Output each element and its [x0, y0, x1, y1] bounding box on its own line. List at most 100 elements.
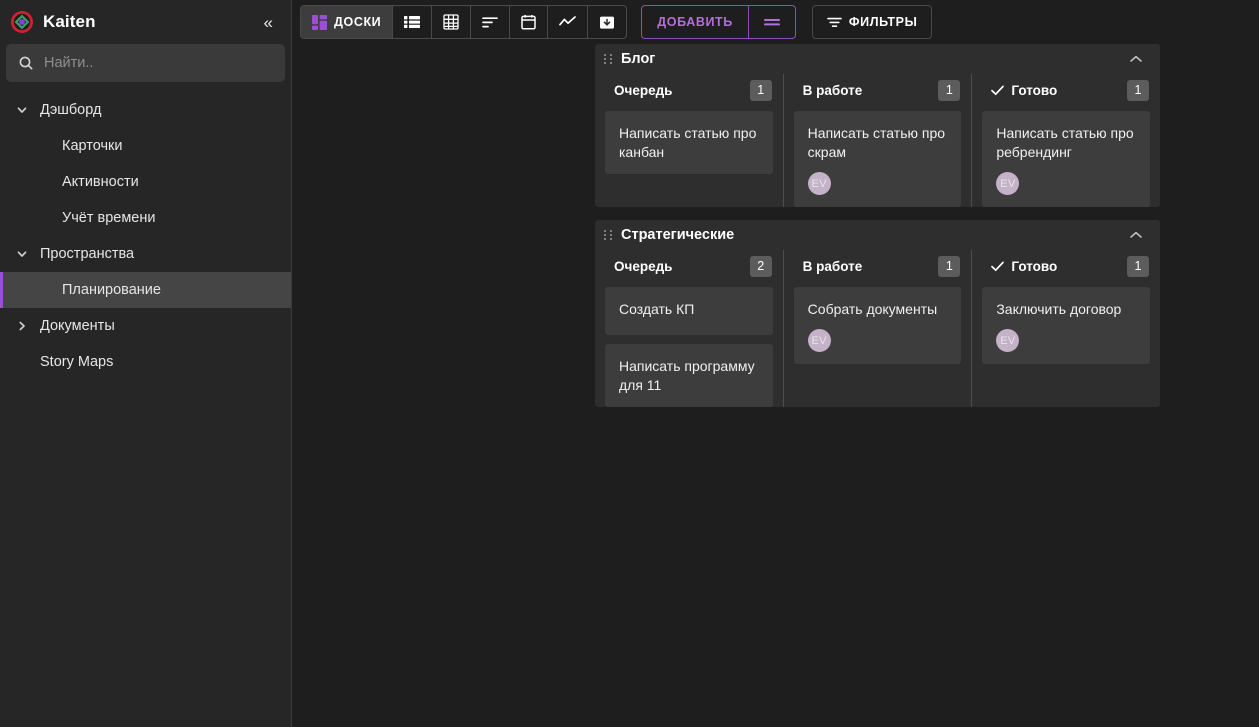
avatar[interactable]: EV — [807, 172, 831, 195]
column-count-badge: 1 — [938, 79, 961, 101]
grid-icon — [443, 14, 459, 30]
card-title: Написать статью про скрам — [807, 125, 946, 160]
boards-icon — [312, 14, 327, 30]
sidebar-item-6[interactable]: Планирование — [0, 272, 291, 308]
sidebar-item-5[interactable]: Пространства — [0, 236, 291, 272]
avatar[interactable]: EV — [996, 172, 1020, 195]
card[interactable]: Написать программу для 11 — [605, 344, 773, 407]
sidebar-search-row — [0, 44, 291, 82]
sidebar-item-label: Story Maps — [40, 354, 114, 370]
card[interactable]: Собрать документы EV — [793, 287, 962, 364]
column-3: Готово 1 Написать статью про ребрендинг EV — [972, 74, 1160, 207]
add-group: ДОБАВИТЬ — [641, 5, 796, 39]
column-3: Готово 1 Заключить договор EV — [972, 250, 1160, 407]
board-columns: Очередь 2 Создать КП Написать программу для… — [595, 250, 1160, 407]
filter-icon — [827, 16, 842, 29]
board-title: Стратегические — [621, 227, 735, 243]
chevron-right-icon[interactable] — [14, 320, 30, 332]
card-list: Заключить договор EV — [981, 282, 1151, 364]
filters-button[interactable]: ФИЛЬТРЫ — [813, 6, 932, 38]
column-1: Очередь 2 Создать КП Написать программу для… — [595, 250, 784, 407]
chevron-down-icon[interactable] — [14, 104, 30, 116]
card-title: Написать статью про канбан — [619, 125, 757, 160]
card-title: Создать КП — [619, 301, 695, 317]
view-boards-button[interactable]: ДОСКИ — [301, 6, 394, 38]
view-chart-button[interactable] — [548, 6, 589, 38]
view-calendar-button[interactable] — [510, 6, 549, 38]
kaiten-logo-icon — [10, 10, 34, 34]
board-header: Блог — [595, 44, 1160, 74]
card-list: Собрать документы EV — [793, 282, 963, 364]
filters-group: ФИЛЬТРЫ — [811, 5, 933, 39]
sidebar-item-4[interactable]: Учёт времени — [0, 200, 291, 236]
view-boards-label: ДОСКИ — [334, 15, 382, 29]
view-sort-button[interactable] — [471, 6, 511, 38]
column-header: Готово 1 — [981, 74, 1151, 106]
view-list-button[interactable] — [393, 6, 433, 38]
search-box[interactable] — [6, 44, 285, 82]
column-name: В работе — [802, 258, 863, 274]
column-1: Очередь 1 Написать статью про канбан — [595, 74, 784, 207]
column-name: Очередь — [614, 258, 673, 274]
drag-dots-icon[interactable] — [604, 54, 613, 64]
equals-menu-icon — [763, 16, 781, 28]
sidebar-item-2[interactable]: Карточки — [0, 128, 291, 164]
check-icon — [991, 261, 1005, 272]
card-list: Написать статью про канбан — [604, 106, 774, 174]
archive-icon — [599, 15, 615, 30]
drag-dots-icon[interactable] — [604, 230, 613, 240]
column-header: Очередь 1 — [604, 74, 774, 106]
column-header: Готово 1 — [981, 250, 1151, 282]
calendar-icon — [521, 14, 537, 30]
column-name: Готово — [1011, 258, 1058, 274]
column-count-badge: 1 — [1127, 255, 1150, 277]
search-input[interactable] — [44, 55, 273, 71]
card[interactable]: Написать статью про скрам EV — [793, 111, 962, 207]
brand-title: Kaiten — [43, 12, 96, 31]
add-button[interactable]: ДОБАВИТЬ — [642, 6, 749, 38]
column-2: В работе 1 Собрать документы EV — [784, 250, 973, 407]
sidebar-item-label: Учёт времени — [62, 210, 156, 226]
card-title: Написать статью про ребрендинг — [996, 125, 1134, 160]
sidebar-item-label: Пространства — [40, 246, 135, 262]
chevron-down-icon[interactable] — [14, 248, 30, 260]
board-columns: Очередь 1 Написать статью про канбан В рабо… — [595, 74, 1160, 207]
board-2: Стратегические Очередь 2 Создать КП Написать… — [595, 220, 1160, 407]
sidebar-item-7[interactable]: Документы — [0, 308, 291, 344]
card[interactable]: Заключить договор EV — [982, 287, 1151, 364]
column-count-badge: 1 — [938, 255, 961, 277]
avatar[interactable]: EV — [996, 329, 1020, 352]
column-2: В работе 1 Написать статью про скрам EV — [784, 74, 973, 207]
view-archive-button[interactable] — [588, 6, 626, 38]
chevron-up-icon[interactable] — [1125, 54, 1147, 64]
chart-icon — [559, 16, 577, 28]
avatar[interactable]: EV — [807, 329, 831, 352]
sidebar-item-8[interactable]: Story Maps — [0, 344, 291, 380]
column-count-badge: 1 — [749, 79, 772, 101]
column-name: Готово — [1011, 82, 1058, 98]
card[interactable]: Написать статью про ребрендинг EV — [982, 111, 1151, 207]
column-header: В работе 1 — [793, 250, 963, 282]
sort-icon — [482, 16, 499, 29]
view-grid-button[interactable] — [432, 6, 472, 38]
card-list: Написать статью про ребрендинг EV — [981, 106, 1151, 207]
sidebar-item-label: Активности — [62, 174, 139, 190]
sidebar-collapse-icon[interactable]: « — [260, 12, 277, 33]
add-menu-button[interactable] — [749, 6, 795, 38]
chevron-up-icon[interactable] — [1125, 230, 1147, 240]
board-1: Блог Очередь 1 Написать статью про канбан В … — [595, 44, 1160, 207]
list-icon — [404, 15, 421, 29]
column-header: Очередь 2 — [604, 250, 774, 282]
card-list: Создать КП Написать программу для 11 — [604, 282, 774, 407]
toolbar: ДОСКИ ДОБАВИТЬ ФИЛЬТРЫ — [292, 0, 1259, 44]
view-switcher-group: ДОСКИ — [300, 5, 628, 39]
board-title: Блог — [621, 51, 656, 67]
column-name: Очередь — [614, 82, 673, 98]
sidebar-item-1[interactable]: Дэшборд — [0, 92, 291, 128]
column-name: В работе — [802, 82, 863, 98]
sidebar-nav: Дэшборд Карточки Активности Учёт времени Про… — [0, 92, 291, 380]
sidebar-item-3[interactable]: Активности — [0, 164, 291, 200]
card[interactable]: Написать статью про канбан — [605, 111, 773, 174]
sidebar-item-label: Дэшборд — [40, 102, 102, 118]
card[interactable]: Создать КП — [605, 287, 773, 335]
